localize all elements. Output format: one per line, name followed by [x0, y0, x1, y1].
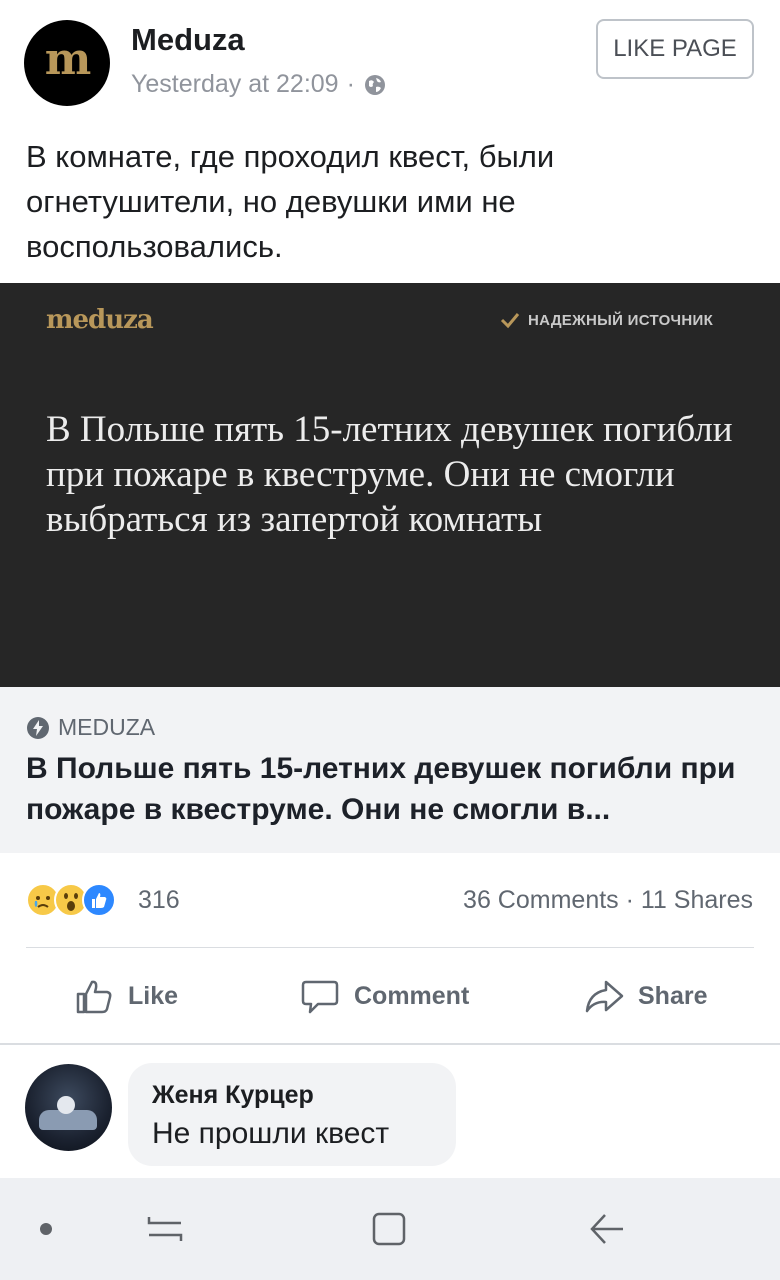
comment-button[interactable]: Comment [300, 976, 469, 1016]
dot-icon[interactable] [26, 1178, 66, 1280]
share-label: Share [638, 981, 708, 1010]
link-title[interactable]: В Польше пять 15-летних девушек погибли … [26, 748, 756, 830]
speech-bubble-icon [301, 980, 339, 1014]
like-reaction-icon [82, 883, 116, 917]
share-arrow-icon [585, 980, 624, 1013]
link-preview-image[interactable]: meduza НАДЕЖНЫЙ ИСТОЧНИК В Польше пять 1… [0, 283, 780, 687]
system-navigation-bar [0, 1178, 780, 1280]
instant-article-bolt-icon [27, 716, 49, 739]
action-bar: Like Comment Share [0, 948, 780, 1044]
reaction-count[interactable]: 316 [138, 886, 180, 915]
post-meta: Yesterday at 22:09 · [131, 70, 387, 99]
comment-bubble[interactable]: Женя Курцер Не прошли квест [128, 1063, 456, 1166]
back-icon[interactable] [582, 1178, 632, 1280]
commenter-avatar[interactable] [25, 1064, 112, 1151]
reactions-summary[interactable] [26, 883, 116, 917]
recent-apps-icon[interactable] [140, 1178, 190, 1280]
meduza-logo: meduza [46, 305, 154, 335]
meta-separator: · [346, 70, 355, 98]
trusted-source-label: НАДЕЖНЫЙ ИСТОЧНИК [528, 311, 714, 329]
comment-item: Женя Курцер Не прошли квест [0, 1046, 780, 1178]
thumbs-up-icon [76, 980, 112, 1014]
like-label: Like [128, 981, 179, 1010]
like-page-button[interactable]: LIKE PAGE [596, 19, 754, 79]
home-icon[interactable] [364, 1178, 414, 1280]
link-source: MEDUZA [26, 714, 155, 741]
comments-shares-count[interactable]: 36 Comments · 11 Shares [463, 886, 753, 915]
trusted-source-badge: НАДЕЖНЫЙ ИСТОЧНИК [500, 311, 713, 329]
like-button[interactable]: Like [74, 976, 178, 1016]
page-avatar[interactable]: m [24, 20, 110, 106]
comment-text: Не прошли квест [152, 1117, 390, 1150]
post-stats: 316 36 Comments · 11 Shares [0, 853, 780, 948]
avatar-rider-shape [57, 1096, 75, 1114]
link-source-label: MEDUZA [58, 714, 156, 740]
post-text: В комнате, где проходил квест, были огне… [26, 139, 555, 264]
page-name[interactable]: Meduza [131, 22, 245, 58]
link-preview-caption[interactable]: MEDUZA В Польше пять 15-летних девушек п… [0, 687, 780, 853]
image-headline: В Польше пять 15-летних девушек погибли … [46, 409, 733, 540]
share-button[interactable]: Share [584, 976, 707, 1016]
divider [0, 1043, 780, 1045]
comment-author[interactable]: Женя Курцер [152, 1081, 314, 1110]
page-avatar-letter: m [44, 34, 92, 85]
globe-icon [364, 74, 385, 95]
comment-label: Comment [354, 981, 470, 1010]
post-timestamp[interactable]: Yesterday at 22:09 [131, 70, 339, 99]
post-header: m Meduza Yesterday at 22:09 · LIKE PAGE [0, 0, 780, 125]
check-icon [500, 313, 520, 329]
